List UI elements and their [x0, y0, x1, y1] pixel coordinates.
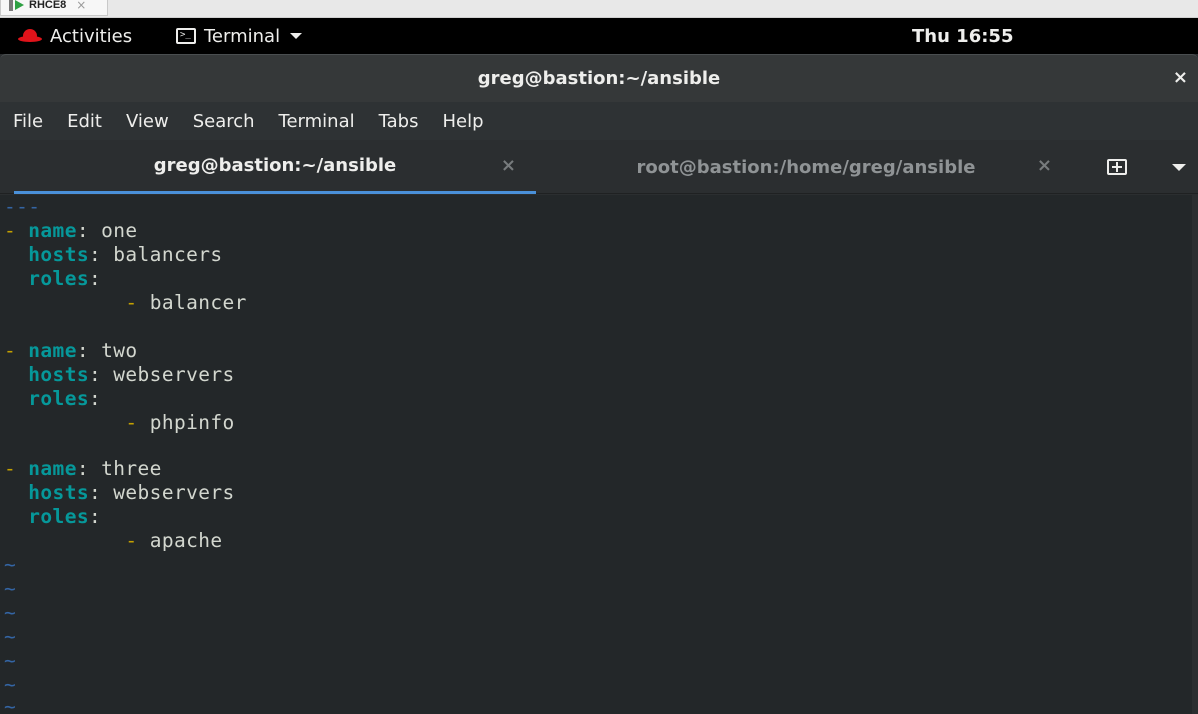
vim-tilde: ~: [4, 649, 17, 672]
window-titlebar: greg@bastion:~/ansible ×: [0, 54, 1198, 102]
vim-tilde: ~: [4, 553, 17, 576]
activities-button[interactable]: Activities: [18, 18, 132, 54]
role-item-line: - balancer: [125, 291, 247, 314]
menu-help[interactable]: Help: [442, 111, 483, 132]
vm-tab[interactable]: RHCE8 ×: [0, 0, 108, 16]
gnome-top-bar: Activities >_ Terminal Thu 16:55: [0, 18, 1198, 54]
window-close-icon[interactable]: ×: [1173, 67, 1188, 88]
app-menu-label: Terminal: [204, 25, 281, 47]
scrollbar[interactable]: [1192, 195, 1198, 714]
activities-label: Activities: [50, 25, 133, 47]
new-tab-icon[interactable]: [1104, 154, 1132, 180]
menu-file[interactable]: File: [13, 111, 43, 132]
tab-close-icon[interactable]: ×: [501, 155, 516, 176]
tab-close-icon[interactable]: ×: [1037, 155, 1052, 176]
vm-play-icon: [9, 0, 25, 11]
tab-greg-ansible[interactable]: greg@bastion:~/ansible ×: [14, 140, 536, 194]
play-name-line: - name: one: [4, 219, 138, 242]
chevron-down-icon: [290, 33, 303, 39]
vim-tilde: ~: [4, 601, 17, 624]
role-item-line: - apache: [125, 529, 223, 552]
vim-tilde: ~: [4, 695, 17, 714]
clock[interactable]: Thu 16:55: [912, 18, 1013, 54]
tab-label: greg@bastion:~/ansible: [153, 155, 397, 176]
vim-tilde: ~: [4, 625, 17, 648]
vim-tilde: ~: [4, 673, 17, 696]
tab-bar: greg@bastion:~/ansible × root@bastion:/h…: [0, 140, 1198, 194]
vm-tab-label: RHCE8: [29, 0, 67, 11]
menubar: File Edit View Search Terminal Tabs Help: [0, 102, 1198, 140]
vm-tab-strip: RHCE8 ×: [0, 0, 1198, 18]
menu-view[interactable]: View: [126, 111, 169, 132]
play-roles-line: roles:: [28, 505, 102, 528]
tab-list-chevron-down-icon[interactable]: [1172, 164, 1186, 171]
doc-start-line: ---: [4, 195, 41, 218]
play-hosts-line: hosts: webservers: [28, 481, 235, 504]
play-name-line: - name: three: [4, 457, 162, 480]
play-hosts-line: hosts: webservers: [28, 363, 235, 386]
menu-edit[interactable]: Edit: [67, 111, 102, 132]
menu-terminal[interactable]: Terminal: [279, 111, 355, 132]
vim-tilde: ~: [4, 577, 17, 600]
play-roles-line: roles:: [28, 267, 102, 290]
vm-tab-close-icon[interactable]: ×: [76, 0, 86, 12]
tab-label: root@bastion:/home/greg/ansible: [636, 156, 976, 178]
redhat-logo-icon: [18, 28, 42, 44]
play-name-line: - name: two: [4, 339, 138, 362]
app-menu-button[interactable]: >_ Terminal: [176, 18, 303, 54]
terminal-content[interactable]: --- - name: one hosts: balancers roles: …: [0, 195, 1198, 714]
play-hosts-line: hosts: balancers: [28, 243, 223, 266]
tab-root-ansible[interactable]: root@bastion:/home/greg/ansible ×: [536, 140, 1076, 194]
window-title: greg@bastion:~/ansible: [477, 68, 721, 89]
terminal-icon: >_: [176, 28, 196, 44]
role-item-line: - phpinfo: [125, 411, 235, 434]
menu-search[interactable]: Search: [193, 111, 255, 132]
menu-tabs[interactable]: Tabs: [379, 111, 419, 132]
play-roles-line: roles:: [28, 387, 102, 410]
